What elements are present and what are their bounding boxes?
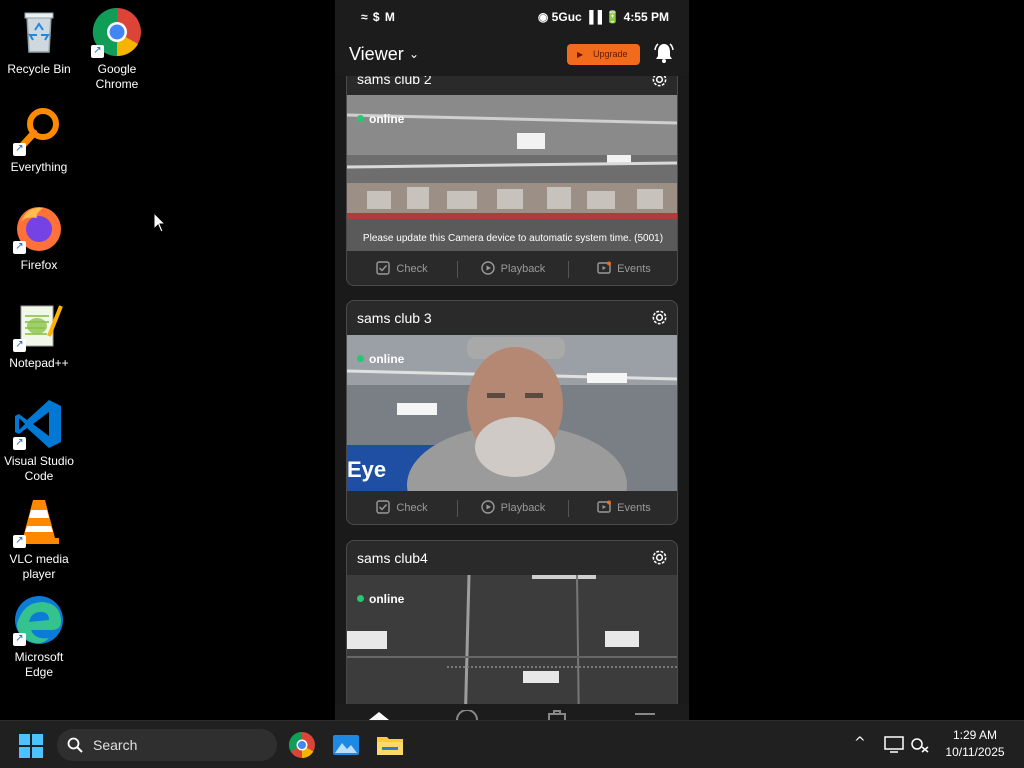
search-icon — [67, 737, 83, 753]
display-icon[interactable] — [884, 735, 904, 753]
desktop-icon-label: Everything — [10, 160, 68, 174]
gear-icon[interactable] — [650, 548, 669, 567]
desktop: Recycle Bin ↗ Google Chrome ↗ Everything — [0, 0, 1024, 720]
taskbar-chrome-icon[interactable] — [288, 731, 316, 759]
camera-card[interactable]: sams club4 online — [346, 540, 678, 720]
desktop-icon-vlc-media-player[interactable]: ↗ VLC media player — [0, 496, 78, 582]
shortcut-arrow-icon: ↗ — [13, 241, 26, 254]
online-dot-icon — [357, 595, 364, 602]
status-bar-right: ◉ 5Guc ▐▐ 🔋 4:55 PM — [537, 10, 669, 24]
bell-icon[interactable] — [653, 42, 675, 64]
desktop-icon-recycle-bin[interactable]: Recycle Bin — [0, 6, 78, 77]
desktop-icon-label: Firefox — [20, 258, 58, 272]
events-icon — [597, 261, 612, 274]
phone-mirror-window: ≈ $ M ◉ 5Guc ▐▐ 🔋 4:55 PM sams club 2 on… — [335, 0, 689, 720]
mouse-cursor-icon — [153, 212, 167, 233]
clock-time: 1:29 AM — [952, 728, 998, 742]
firefox-icon: ↗ — [13, 202, 65, 254]
desktop-icon-everything[interactable]: ↗ Everything — [0, 104, 78, 175]
status-bar-left: ≈ $ M — [361, 10, 396, 24]
check-icon — [376, 500, 391, 514]
taskbar-clock[interactable]: 1:29 AM 10/11/2025 — [930, 727, 1020, 761]
camera-card[interactable]: sams club 3 Eye online Check Playback Ev… — [346, 300, 678, 525]
camera-feed[interactable]: online Please update this Camera device … — [347, 95, 677, 251]
playback-icon — [480, 500, 495, 514]
check-button[interactable]: Check — [347, 253, 457, 285]
shortcut-arrow-icon: ↗ — [13, 535, 26, 548]
gear-icon[interactable] — [650, 308, 669, 327]
events-icon — [597, 500, 612, 513]
shortcut-arrow-icon: ↗ — [13, 437, 26, 450]
camera-title: sams club 3 — [357, 310, 432, 326]
desktop-icon-google-chrome[interactable]: ↗ Google Chrome — [78, 6, 156, 92]
desktop-icon-label: Google Chrome — [95, 62, 139, 91]
playback-button[interactable]: Playback — [458, 492, 568, 524]
taskbar-search-box[interactable]: Search — [57, 729, 277, 761]
camera-actions: Check Playback Events — [347, 492, 677, 524]
taskbar-file-explorer-icon[interactable] — [376, 731, 404, 759]
desktop-icon-visual-studio-code[interactable]: ↗ Visual Studio Code — [0, 398, 78, 484]
camera-feed[interactable]: online — [347, 575, 677, 720]
camera-feed[interactable]: Eye online — [347, 335, 677, 491]
desktop-icon-notepad-plus-plus[interactable]: ↗ Notepad++ — [0, 300, 78, 371]
online-status: online — [357, 352, 404, 366]
online-dot-icon — [357, 355, 364, 362]
online-status: online — [357, 112, 404, 126]
camera-notice: Please update this Camera device to auto… — [362, 233, 664, 244]
online-dot-icon — [357, 115, 364, 122]
play-icon: ▶ — [577, 50, 584, 59]
vscode-icon: ↗ — [13, 398, 65, 450]
compass-nav-icon[interactable] — [455, 710, 479, 720]
check-button[interactable]: Check — [347, 492, 457, 524]
clock-date: 10/11/2025 — [945, 745, 1005, 759]
desktop-icon-microsoft-edge[interactable]: ↗ Microsoft Edge — [0, 594, 78, 680]
playback-icon — [480, 261, 495, 275]
shortcut-arrow-icon: ↗ — [13, 633, 26, 646]
chrome-icon: ↗ — [91, 6, 143, 58]
search-label: Search — [93, 737, 138, 753]
chevron-down-icon[interactable]: ⌄ — [409, 47, 419, 61]
playback-button[interactable]: Playback — [458, 253, 568, 285]
check-icon — [376, 261, 391, 275]
shortcut-arrow-icon: ↗ — [91, 45, 104, 58]
notepad-plus-plus-icon: ↗ — [13, 300, 65, 352]
events-button[interactable]: Events — [569, 492, 677, 524]
network-icon[interactable] — [910, 735, 930, 753]
app-header: Viewer ⌄ ▶ Upgrade — [335, 34, 689, 76]
everything-search-icon: ↗ — [13, 104, 65, 156]
shortcut-arrow-icon: ↗ — [13, 339, 26, 352]
feed-sign-text: Eye — [347, 457, 386, 482]
desktop-icon-label: Notepad++ — [9, 356, 69, 370]
desktop-icon-label: Visual Studio Code — [4, 454, 74, 483]
online-status: online — [357, 592, 404, 606]
camera-title: sams club4 — [357, 550, 428, 566]
bag-nav-icon[interactable] — [545, 710, 569, 720]
tray-overflow-chevron-icon[interactable]: ^ — [854, 735, 866, 751]
upgrade-button[interactable]: ▶ Upgrade — [567, 44, 640, 65]
taskbar-photos-icon[interactable] — [332, 731, 360, 759]
shortcut-arrow-icon: ↗ — [13, 143, 26, 156]
bottom-nav-bar — [335, 704, 689, 720]
viewer-dropdown[interactable]: Viewer — [349, 44, 404, 65]
desktop-icon-label: VLC media player — [9, 552, 69, 581]
taskbar: Search ^ 1:29 AM 10/11/2025 — [0, 720, 1024, 768]
menu-nav-icon[interactable] — [633, 712, 657, 720]
home-nav-icon[interactable] — [367, 710, 391, 720]
recycle-bin-icon — [13, 6, 65, 58]
phone-status-bar: ≈ $ M ◉ 5Guc ▐▐ 🔋 4:55 PM — [335, 0, 689, 34]
windows-start-icon[interactable] — [18, 733, 44, 759]
desktop-icon-label: Microsoft Edge — [14, 650, 64, 679]
events-button[interactable]: Events — [569, 253, 677, 285]
camera-card[interactable]: sams club 2 online Please update this Ca… — [346, 54, 678, 286]
edge-icon: ↗ — [13, 594, 65, 646]
desktop-icon-firefox[interactable]: ↗ Firefox — [0, 202, 78, 273]
camera-actions: Check Playback Events — [347, 253, 677, 285]
vlc-cone-icon: ↗ — [13, 496, 65, 548]
desktop-icon-label: Recycle Bin — [7, 62, 71, 76]
